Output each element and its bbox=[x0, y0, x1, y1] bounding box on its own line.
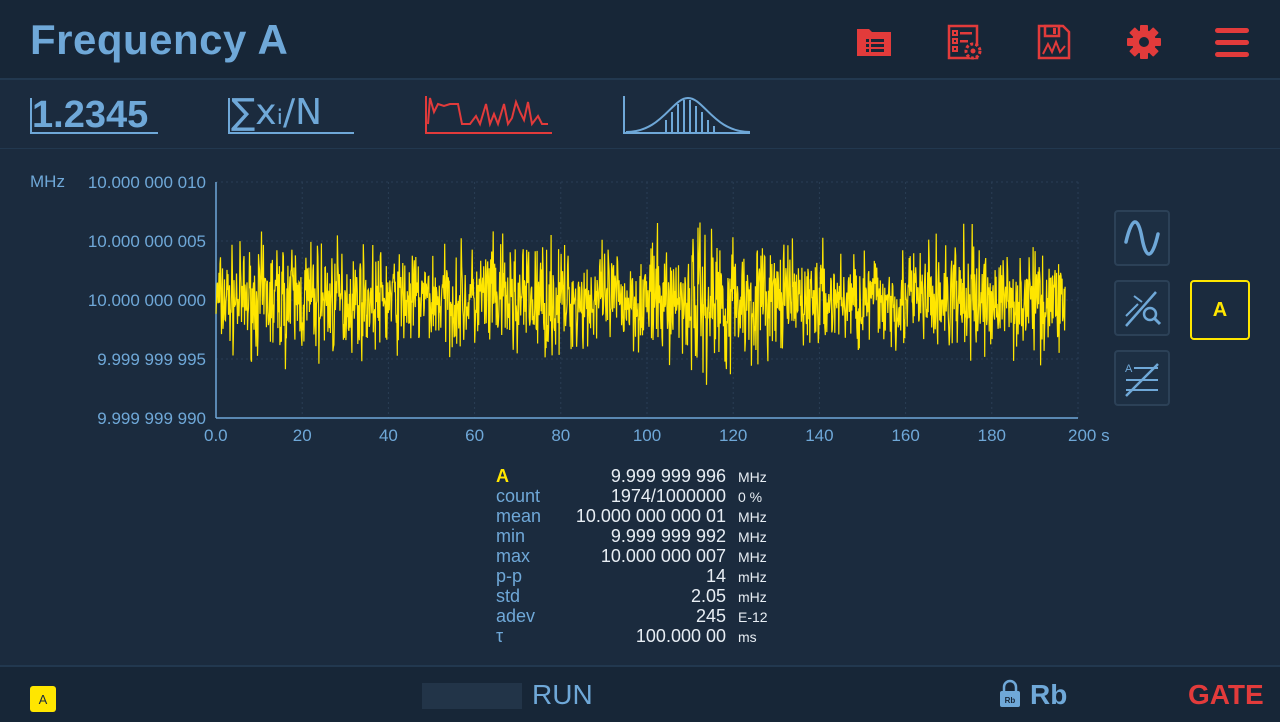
lock-icon-label: Rb bbox=[1005, 696, 1016, 705]
stats-unit: MHz bbox=[738, 529, 767, 545]
x-tick-label: 60 bbox=[465, 426, 484, 445]
stats-row-1: mean 10.000 000 000 01 MHz bbox=[496, 506, 816, 526]
stats-value: 10.000 000 000 01 bbox=[575, 506, 726, 526]
save-data-icon[interactable] bbox=[1032, 20, 1076, 64]
x-tick-label: 140 bbox=[805, 426, 833, 445]
run-progress-bar bbox=[422, 683, 522, 709]
y-tick-label: 10.000 000 010 bbox=[88, 173, 206, 192]
numeric-value-label: 1.2345 bbox=[32, 94, 149, 136]
settings-list-icon[interactable] bbox=[942, 20, 986, 64]
stats-value: 245 bbox=[695, 606, 726, 626]
y-tick-label: 10.000 000 005 bbox=[88, 232, 206, 251]
folder-list-icon[interactable] bbox=[852, 20, 896, 64]
x-tick-label: 80 bbox=[551, 426, 570, 445]
y-tick-label: 9.999 999 990 bbox=[97, 409, 206, 428]
gate-button[interactable]: GATE bbox=[1188, 679, 1264, 711]
stats-row-6: adev 245 E-12 bbox=[496, 606, 816, 626]
auto-scale-button[interactable]: A bbox=[1114, 350, 1170, 406]
stats-current-unit: MHz bbox=[738, 469, 767, 485]
magic-zoom-icon bbox=[1125, 291, 1162, 327]
stats-label: adev bbox=[496, 606, 536, 626]
frequency-timeline-chart[interactable]: 10.000 000 010 10.000 000 005 10.000 000 0… bbox=[0, 160, 1110, 460]
stats-value: 1974/1000000 bbox=[610, 486, 726, 506]
stats-label: std bbox=[496, 586, 521, 606]
y-axis-ticks: 10.000 000 010 10.000 000 005 10.000 000 0… bbox=[88, 173, 206, 428]
stats-current-value: 9.999 999 996 bbox=[610, 466, 726, 486]
waveform-view-button[interactable] bbox=[1114, 210, 1170, 266]
stats-current-row: A 9.999 999 996 MHz bbox=[496, 466, 816, 486]
stats-unit: ms bbox=[738, 629, 757, 645]
stats-unit: MHz bbox=[738, 509, 767, 525]
stats-value: 14 bbox=[705, 566, 726, 586]
frequency-trace bbox=[215, 222, 1066, 385]
tab-statistics[interactable]: ∑xᵢ/N bbox=[228, 92, 356, 138]
stats-unit: E-12 bbox=[738, 609, 768, 625]
x-tick-label: 0.0 bbox=[204, 426, 228, 445]
x-tick-label: 200 s bbox=[1068, 426, 1110, 445]
run-button[interactable]: RUN bbox=[532, 679, 593, 711]
stats-row-4: p-p 14 mHz bbox=[496, 566, 816, 586]
stats-value: 9.999 999 992 bbox=[610, 526, 726, 546]
stats-row-5: std 2.05 mHz bbox=[496, 586, 816, 606]
svg-text:A: A bbox=[1125, 363, 1133, 375]
y-unit-label: MHz bbox=[30, 172, 65, 191]
stats-value: 10.000 000 007 bbox=[600, 546, 726, 566]
stats-label: mean bbox=[496, 506, 542, 526]
tab-numeric-value[interactable]: 1.2345 bbox=[30, 94, 160, 138]
page-title: Frequency A bbox=[30, 16, 289, 63]
sine-wave-icon bbox=[1124, 220, 1160, 256]
stats-row-0: count 1974/1000000 0 % bbox=[496, 486, 816, 506]
stats-row-2: min 9.999 999 992 MHz bbox=[496, 526, 816, 546]
stats-value: 2.05 bbox=[690, 586, 726, 606]
x-tick-label: 20 bbox=[293, 426, 312, 445]
stats-channel-label: A bbox=[496, 466, 509, 486]
x-tick-label: 40 bbox=[379, 426, 398, 445]
stats-value: 100.000 00 bbox=[635, 626, 726, 646]
header-bar: Frequency A bbox=[0, 0, 1280, 80]
channel-badge[interactable]: A bbox=[30, 686, 56, 712]
hamburger-menu-icon[interactable] bbox=[1210, 20, 1254, 64]
timeline-mode-icon[interactable] bbox=[424, 94, 554, 138]
x-tick-label: 120 bbox=[719, 426, 747, 445]
x-axis-ticks: 0.0 20 40 60 80 100 120 140 160 180 200 s bbox=[204, 426, 1110, 445]
x-tick-label: 160 bbox=[891, 426, 919, 445]
channel-a-button[interactable]: A bbox=[1190, 280, 1250, 340]
stats-unit: MHz bbox=[738, 549, 767, 565]
stats-unit: 0 % bbox=[738, 489, 763, 505]
view-mode-bar: 1.2345 ∑xᵢ/N bbox=[0, 80, 1280, 149]
lock-icon: Rb bbox=[1000, 679, 1020, 707]
stats-label: p-p bbox=[496, 566, 523, 586]
stats-row-7: τ 100.000 00 ms bbox=[496, 626, 816, 646]
stats-label: τ bbox=[496, 626, 504, 646]
statistics-panel: A 9.999 999 996 MHz count 1974/1000000 0 %… bbox=[496, 466, 816, 646]
stats-label: max bbox=[496, 546, 531, 566]
x-tick-label: 180 bbox=[978, 426, 1006, 445]
stats-label: count bbox=[496, 486, 541, 506]
gear-icon[interactable] bbox=[1122, 20, 1166, 64]
y-tick-label: 9.999 999 995 bbox=[97, 350, 206, 369]
x-tick-label: 100 bbox=[633, 426, 661, 445]
auto-scale-icon: A bbox=[1125, 363, 1159, 397]
status-bar: A RUN Rb Rb GATE bbox=[0, 665, 1280, 722]
stats-row-3: max 10.000 000 007 MHz bbox=[496, 546, 816, 566]
zoom-button[interactable] bbox=[1114, 280, 1170, 336]
stats-unit: mHz bbox=[738, 589, 767, 605]
y-tick-label: 10.000 000 000 bbox=[88, 291, 206, 310]
stats-label: min bbox=[496, 526, 526, 546]
statistics-label: ∑xᵢ/N bbox=[231, 92, 323, 133]
stats-unit: mHz bbox=[738, 569, 767, 585]
histogram-mode-icon[interactable] bbox=[622, 94, 752, 138]
reference-source-label[interactable]: Rb bbox=[1030, 679, 1067, 711]
